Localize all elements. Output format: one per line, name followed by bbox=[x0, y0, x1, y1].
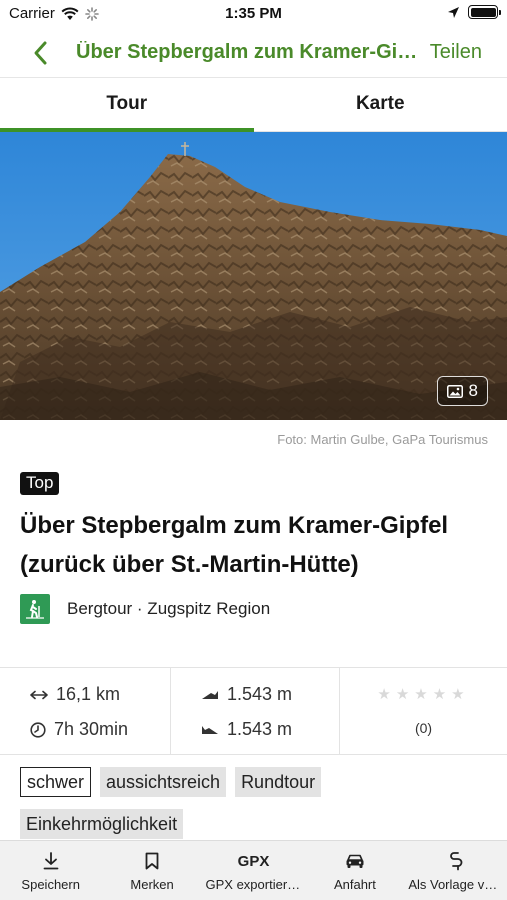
bookmark-icon bbox=[145, 851, 159, 871]
car-icon bbox=[345, 851, 365, 871]
tab-tour[interactable]: Tour bbox=[0, 79, 254, 132]
save-offline-label: Speichern bbox=[21, 877, 80, 892]
share-button[interactable]: Teilen bbox=[430, 41, 482, 64]
status-right bbox=[447, 5, 501, 19]
tag-item: aussichtsreich bbox=[100, 767, 227, 797]
clock-icon bbox=[30, 721, 46, 738]
photo-count-label: 8 bbox=[468, 381, 478, 400]
tour-category: Bergtour · Zugspitz Region bbox=[20, 594, 270, 624]
photo-credit: Foto: Martin Gulbe, GaPa Tourismus bbox=[277, 432, 488, 447]
hero-photo[interactable]: 8 bbox=[0, 132, 507, 420]
rating-stars-icon: ★★★★★ bbox=[377, 686, 470, 703]
distance-arrows-icon bbox=[30, 690, 48, 699]
use-as-template-label: Als Vorlage verwenden bbox=[408, 877, 505, 892]
gpx-export-label: GPX exportieren bbox=[205, 877, 302, 892]
status-bar: Carrier 1:35 PM bbox=[0, 0, 507, 28]
tag-item: Rundtour bbox=[235, 767, 322, 797]
rating-count: (0) bbox=[414, 720, 433, 736]
bookmark-button[interactable]: Merken bbox=[101, 841, 202, 900]
mountain-photo bbox=[0, 132, 507, 420]
stats-distance-duration: 16,1 km 7h 30min bbox=[0, 668, 170, 754]
directions-button[interactable]: Anfahrt bbox=[304, 841, 405, 900]
bookmark-label: Merken bbox=[130, 877, 174, 892]
stats-rating[interactable]: ★★★★★ (0) bbox=[339, 668, 507, 754]
distance-stat: 16,1 km bbox=[30, 684, 120, 705]
photo-gallery-button[interactable]: 8 bbox=[436, 376, 488, 406]
nav-title: Über Stepbergalm zum Kramer-Gipfel (zurü… bbox=[76, 41, 424, 63]
tag-list: schwer aussichtsreich Rundtour Einkehrmö… bbox=[20, 767, 490, 839]
category-label: Bergtour · Zugspitz Region bbox=[67, 599, 271, 618]
tab-karte[interactable]: Karte bbox=[254, 79, 507, 131]
use-as-template-button[interactable]: Als Vorlage verwenden bbox=[406, 841, 507, 900]
duration-stat: 7h 30min bbox=[30, 719, 128, 740]
descent-value: 1.543 m bbox=[227, 719, 293, 739]
descent-stat: 1.543 m bbox=[201, 719, 292, 740]
ascent-icon bbox=[202, 690, 218, 699]
ascent-value: 1.543 m bbox=[227, 684, 293, 704]
save-offline-button[interactable]: Speichern bbox=[0, 841, 101, 900]
battery-icon bbox=[468, 5, 501, 19]
tour-title: Über Stepbergalm zum Kramer-Gipfel (zurü… bbox=[20, 512, 449, 578]
navigation-bar: Über Stepbergalm zum Kramer-Gipfel (zurü… bbox=[0, 28, 507, 78]
chevron-left-icon bbox=[34, 41, 47, 65]
ascent-stat: 1.543 m bbox=[201, 684, 292, 705]
status-time: 1:35 PM bbox=[225, 5, 282, 22]
route-icon bbox=[449, 851, 463, 871]
hiking-icon bbox=[20, 594, 50, 624]
tag-difficulty: schwer bbox=[20, 767, 92, 797]
top-badge: Top bbox=[20, 472, 60, 495]
distance-value: 16,1 km bbox=[56, 684, 121, 704]
duration-value: 7h 30min bbox=[54, 719, 129, 739]
tag-item: Einkehrmöglichkeit bbox=[20, 809, 184, 839]
descent-icon bbox=[202, 725, 218, 734]
download-icon bbox=[43, 851, 59, 871]
bottom-toolbar: Speichern Merken GPX GPX exportieren Anf… bbox=[0, 840, 507, 900]
location-arrow-icon bbox=[448, 6, 459, 18]
tab-bar: Tour Karte bbox=[0, 79, 507, 132]
back-button[interactable] bbox=[28, 38, 56, 68]
image-icon bbox=[446, 384, 463, 398]
gpx-export-button[interactable]: GPX GPX exportieren bbox=[203, 841, 304, 900]
stats-ascent-descent: 1.543 m 1.543 m bbox=[170, 668, 339, 754]
gpx-icon: GPX bbox=[237, 852, 270, 870]
directions-label: Anfahrt bbox=[333, 877, 376, 892]
tour-stats: 16,1 km 7h 30min 1.543 m 1.543 m ★★★★★ (… bbox=[0, 667, 507, 755]
